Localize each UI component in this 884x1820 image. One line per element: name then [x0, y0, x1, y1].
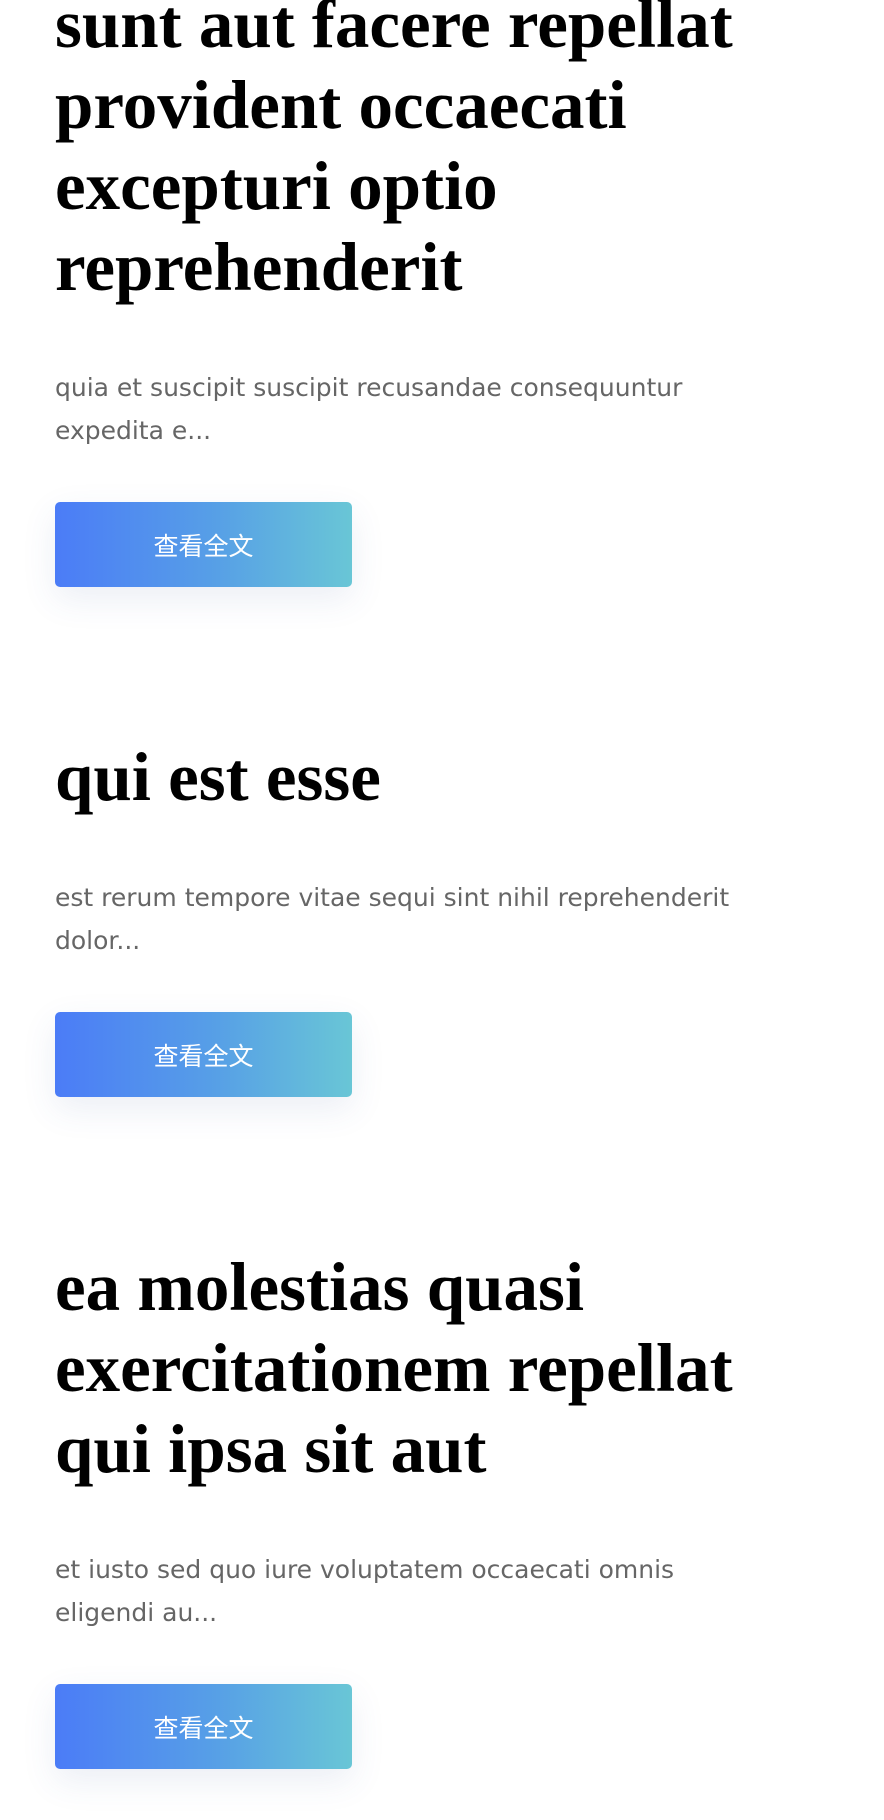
read-more-button[interactable]: 查看全文	[55, 502, 352, 587]
post-title: ea molestias quasi exercitationem repell…	[55, 1249, 733, 1487]
post-title: qui est esse	[55, 739, 381, 815]
post-excerpt: quia et suscipit suscipit recusandae con…	[55, 373, 683, 445]
post-card: sunt aut facere repellat provident occae…	[55, 0, 815, 587]
post-excerpt: et iusto sed quo iure voluptatem occaeca…	[55, 1555, 675, 1627]
post-excerpt: est rerum tempore vitae sequi sint nihil…	[55, 883, 730, 955]
read-more-button[interactable]: 查看全文	[55, 1684, 352, 1769]
post-card: qui est esse est rerum tempore vitae seq…	[55, 737, 815, 1097]
read-more-button[interactable]: 查看全文	[55, 1012, 352, 1097]
post-feed: sunt aut facere repellat provident occae…	[55, 0, 815, 1769]
post-card: ea molestias quasi exercitationem repell…	[55, 1247, 815, 1769]
post-title: sunt aut facere repellat provident occae…	[55, 0, 733, 305]
